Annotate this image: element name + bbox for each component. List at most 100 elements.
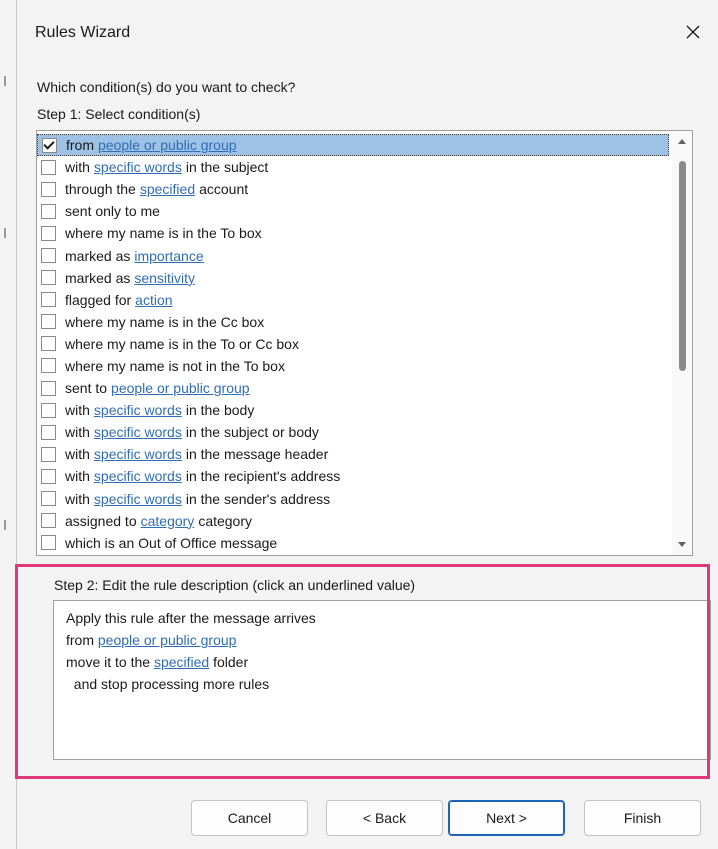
step1-label: Step 1: Select condition(s) xyxy=(37,106,201,122)
condition-link[interactable]: specific words xyxy=(94,159,182,175)
condition-text: where my name is in the To box xyxy=(65,225,262,242)
condition-link[interactable]: people or public group xyxy=(98,137,237,153)
condition-checkbox[interactable] xyxy=(41,203,56,219)
condition-checkbox[interactable] xyxy=(42,137,57,153)
condition-row[interactable]: with specific words in the sender's addres… xyxy=(37,488,667,510)
finish-button[interactable]: Finish xyxy=(584,800,701,836)
condition-checkbox[interactable] xyxy=(41,314,56,330)
condition-text: with xyxy=(65,402,90,419)
condition-checkbox[interactable] xyxy=(41,159,56,175)
condition-text-suffix: account xyxy=(199,181,249,198)
condition-text: where my name is not in the To box xyxy=(65,357,285,374)
condition-checkbox[interactable] xyxy=(41,468,56,484)
condition-checkbox[interactable] xyxy=(41,270,56,286)
condition-text: with xyxy=(65,424,90,441)
condition-text-suffix: in the message header xyxy=(185,446,329,463)
condition-text: where my name is in the Cc box xyxy=(65,313,265,330)
condition-link[interactable]: specified xyxy=(140,181,195,197)
condition-row[interactable]: where my name is in the To box xyxy=(37,222,667,244)
condition-text: where my name is in the To or Cc box xyxy=(65,335,299,352)
condition-text: assigned to xyxy=(65,512,137,529)
condition-checkbox[interactable] xyxy=(41,535,56,551)
close-icon xyxy=(686,25,700,39)
highlight-annotation xyxy=(15,564,710,779)
condition-row[interactable]: where my name is in the To or Cc box xyxy=(37,333,667,355)
condition-link[interactable]: specific words xyxy=(94,402,182,418)
background-mark xyxy=(4,76,6,86)
condition-row[interactable]: with specific words in the body xyxy=(37,399,667,421)
condition-text: marked as xyxy=(65,247,131,264)
condition-checkbox[interactable] xyxy=(41,336,56,352)
condition-row[interactable]: where my name is in the Cc box xyxy=(37,311,667,333)
condition-text-suffix: in the body xyxy=(185,402,255,419)
condition-checkbox[interactable] xyxy=(41,181,56,197)
condition-text: sent only to me xyxy=(65,203,160,220)
scroll-down-arrow-icon xyxy=(678,542,686,547)
condition-text: with xyxy=(65,159,90,176)
condition-link[interactable]: category xyxy=(141,513,195,529)
condition-link[interactable]: sensitivity xyxy=(134,270,195,286)
condition-text: marked as xyxy=(65,269,131,286)
condition-text: which is an Out of Office message xyxy=(65,534,278,551)
condition-text: through the xyxy=(65,181,136,198)
condition-checkbox[interactable] xyxy=(41,358,56,374)
condition-list[interactable]: from people or public group with specific w… xyxy=(36,130,693,556)
condition-row[interactable]: with specific words in the subject or body xyxy=(37,421,667,443)
condition-text: sent to xyxy=(65,380,108,397)
scroll-down-button[interactable] xyxy=(672,535,692,555)
condition-link[interactable]: people or public group xyxy=(111,380,250,396)
condition-text: from xyxy=(66,137,94,154)
condition-link[interactable]: specific words xyxy=(94,491,182,507)
condition-row[interactable]: sent only to me xyxy=(37,200,667,222)
condition-checkbox[interactable] xyxy=(41,248,56,264)
condition-row[interactable]: through the specified account xyxy=(37,178,667,200)
condition-checkbox[interactable] xyxy=(41,380,56,396)
condition-checkbox[interactable] xyxy=(41,225,56,241)
condition-text: flagged for xyxy=(65,291,132,308)
condition-row[interactable]: which is an Out of Office message xyxy=(37,532,667,554)
condition-row[interactable]: sent to people or public group xyxy=(37,377,667,399)
condition-row[interactable]: marked as sensitivity xyxy=(37,267,667,289)
condition-link[interactable]: importance xyxy=(134,248,203,264)
condition-question: Which condition(s) do you want to check? xyxy=(37,79,296,95)
condition-text: with xyxy=(65,490,90,507)
condition-checkbox[interactable] xyxy=(41,491,56,507)
condition-text: with xyxy=(65,446,90,463)
condition-checkbox[interactable] xyxy=(41,446,56,462)
title-bar: Rules Wizard xyxy=(17,0,718,64)
condition-link[interactable]: specific words xyxy=(94,424,182,440)
scroll-up-arrow-icon xyxy=(678,139,686,144)
dialog-title: Rules Wizard xyxy=(35,24,131,41)
condition-row[interactable]: with specific words in the subject xyxy=(37,156,667,178)
condition-text-suffix: in the sender's address xyxy=(185,490,331,507)
condition-checkbox[interactable] xyxy=(41,513,56,529)
condition-text-suffix: category xyxy=(198,512,253,529)
condition-link[interactable]: specific words xyxy=(94,468,182,484)
condition-text-suffix: in the recipient's address xyxy=(185,468,341,485)
condition-row[interactable]: marked as importance xyxy=(37,244,667,266)
close-button[interactable] xyxy=(677,16,709,48)
condition-link[interactable]: specific words xyxy=(94,446,182,462)
background-mark xyxy=(4,228,6,238)
next-button[interactable]: Next > xyxy=(448,800,565,836)
condition-row[interactable]: from people or public group xyxy=(37,134,669,157)
condition-text-suffix: in the subject xyxy=(185,159,269,176)
condition-row[interactable]: assigned to category category xyxy=(37,510,667,532)
background-window-edge xyxy=(0,0,16,849)
condition-checkbox[interactable] xyxy=(41,292,56,308)
condition-row[interactable]: with specific words in the recipient's add… xyxy=(37,465,667,487)
condition-checkbox[interactable] xyxy=(41,424,56,440)
background-mark xyxy=(4,520,6,530)
back-button[interactable]: < Back xyxy=(326,800,443,836)
scroll-thumb[interactable] xyxy=(679,161,686,371)
condition-row[interactable]: flagged for action xyxy=(37,289,667,311)
condition-link[interactable]: action xyxy=(135,292,172,308)
condition-text-suffix: in the subject or body xyxy=(185,424,319,441)
cancel-button[interactable]: Cancel xyxy=(191,800,308,836)
scroll-up-button[interactable] xyxy=(672,131,692,151)
condition-row[interactable]: where my name is not in the To box xyxy=(37,355,667,377)
condition-row[interactable]: with specific words in the message header xyxy=(37,443,667,465)
condition-text: with xyxy=(65,468,90,485)
condition-list-scrollbar[interactable] xyxy=(672,131,692,555)
condition-checkbox[interactable] xyxy=(41,402,56,418)
